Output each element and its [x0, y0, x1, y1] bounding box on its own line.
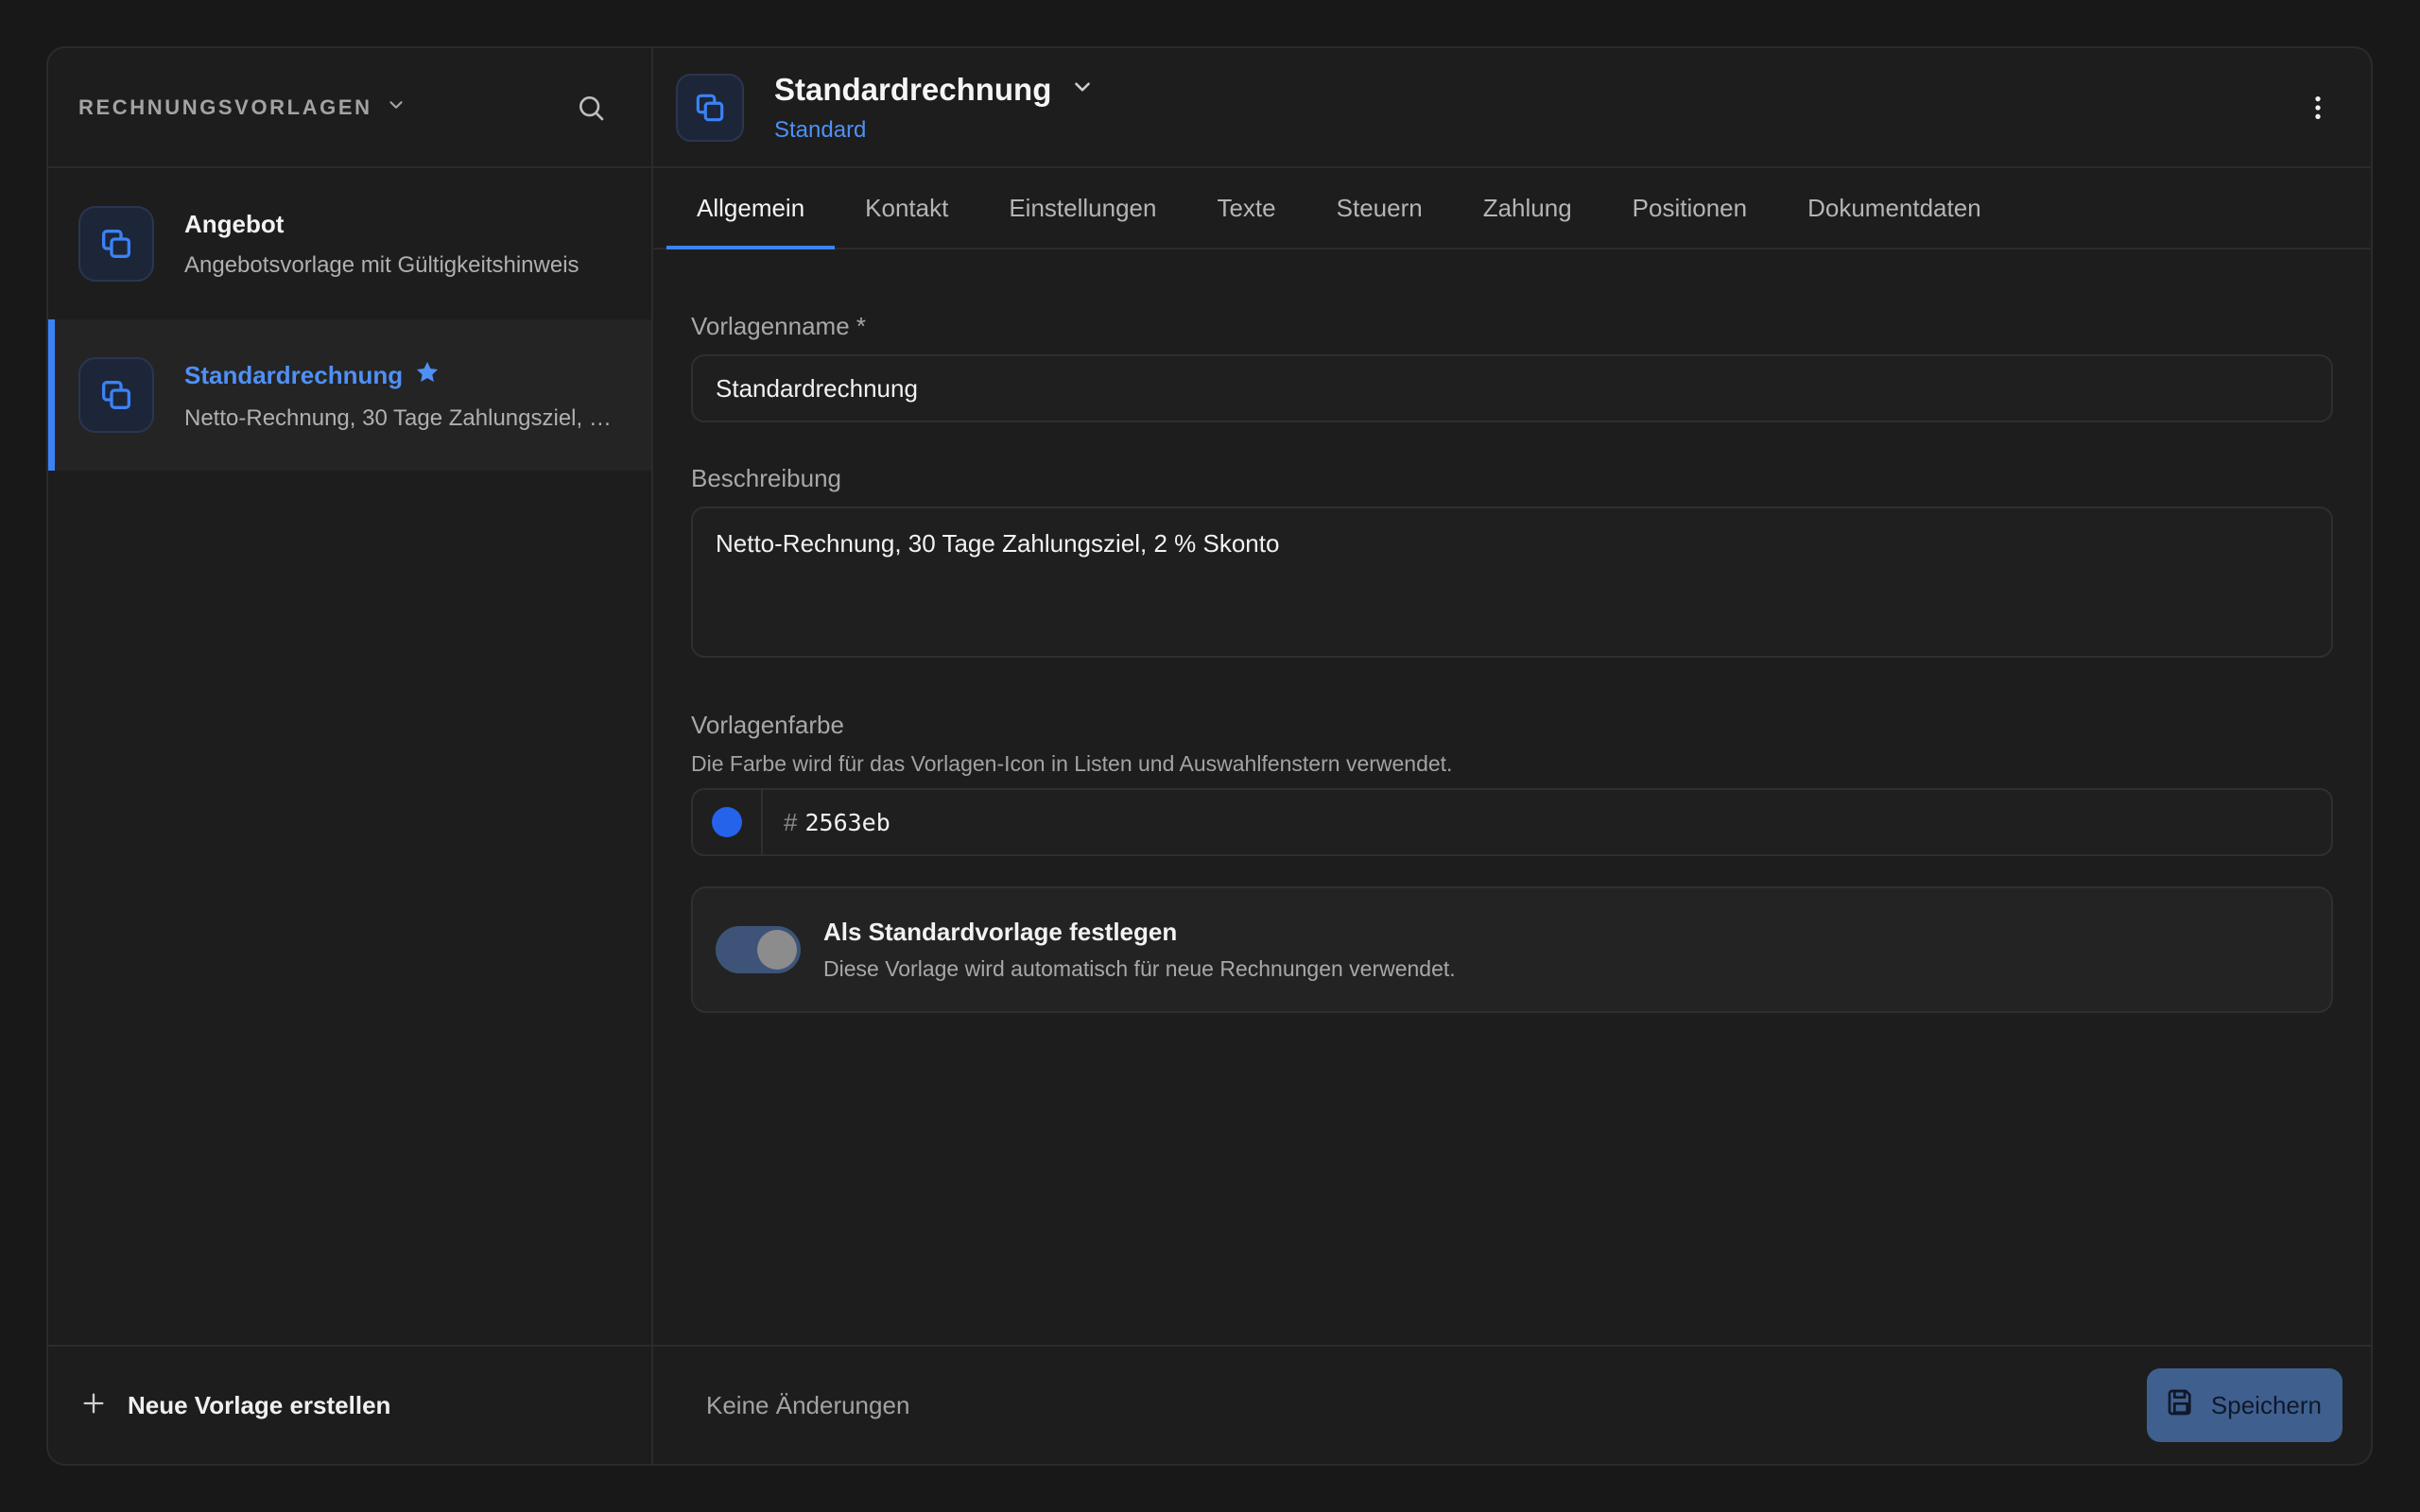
- template-name-field-label: Vorlagenname *: [691, 312, 867, 340]
- save-icon: [2166, 1387, 2196, 1424]
- tab-kontakt[interactable]: Kontakt: [835, 168, 978, 248]
- save-status: Keine Änderungen: [706, 1390, 910, 1419]
- template-list: Angebot Angebotsvorlage mit Gültigkeitsh…: [48, 168, 651, 1345]
- tab-einstellungen[interactable]: Einstellungen: [978, 168, 1186, 248]
- star-icon: [414, 359, 441, 392]
- template-category-dropdown[interactable]: RECHNUNGSVORLAGEN: [78, 94, 406, 120]
- main-header: Standardrechnung Standard: [653, 48, 2371, 168]
- chevron-down-icon: [386, 94, 406, 120]
- default-template-description: Diese Vorlage wird automatisch für neue …: [823, 956, 1456, 981]
- app-window: RECHNUNGSVORLAGEN Angebot Angebotsvorlag…: [46, 46, 2373, 1466]
- search-icon[interactable]: [576, 93, 606, 123]
- chevron-down-icon: [1070, 75, 1095, 104]
- sidebar-header: RECHNUNGSVORLAGEN: [48, 48, 651, 168]
- description-field-label: Beschreibung: [691, 464, 841, 492]
- template-name: Standardrechnung: [184, 359, 619, 392]
- sidebar: RECHNUNGSVORLAGEN Angebot Angebotsvorlag…: [48, 48, 653, 1464]
- new-template-button[interactable]: Neue Vorlage erstellen: [48, 1345, 651, 1464]
- tab-zahlung[interactable]: Zahlung: [1453, 168, 1602, 248]
- default-template-toggle[interactable]: [716, 926, 801, 973]
- tab-bar: Allgemein Kontakt Einstellungen Texte St…: [653, 168, 2371, 249]
- sidebar-title: RECHNUNGSVORLAGEN: [78, 94, 372, 119]
- main-footer: Keine Änderungen Speichern: [653, 1345, 2371, 1464]
- hash-icon: #: [784, 807, 798, 836]
- color-picker-button[interactable]: [693, 790, 763, 854]
- template-name-label: Standardrechnung: [184, 360, 404, 389]
- new-template-label: Neue Vorlage erstellen: [128, 1390, 391, 1419]
- tab-steuern[interactable]: Steuern: [1306, 168, 1453, 248]
- copy-icon: [78, 206, 154, 282]
- color-hex-input[interactable]: 2563eb: [804, 809, 890, 836]
- save-label: Speichern: [2210, 1390, 2322, 1419]
- tab-texte[interactable]: Texte: [1186, 168, 1305, 248]
- color-field-label: Vorlagenfarbe: [691, 711, 844, 739]
- template-item-standardrechnung[interactable]: Standardrechnung Netto-Rechnung, 30 Tage…: [48, 319, 651, 471]
- tab-allgemein[interactable]: Allgemein: [666, 168, 836, 249]
- template-description: Angebotsvorlage mit Gültigkeitshinweis: [184, 251, 579, 278]
- main-panel: Standardrechnung Standard Allgemein Kont…: [653, 48, 2371, 1464]
- default-template-card: Als Standardvorlage festlegen Diese Vorl…: [691, 886, 2333, 1013]
- template-item-angebot[interactable]: Angebot Angebotsvorlage mit Gültigkeitsh…: [48, 168, 651, 319]
- form-content: Vorlagenname * Standardrechnung Beschrei…: [653, 249, 2371, 1345]
- default-badge: Standard: [774, 116, 867, 143]
- plus-icon: [80, 1390, 107, 1421]
- template-name-label: Angebot: [184, 209, 285, 238]
- color-help-text: Die Farbe wird für das Vorlagen-Icon in …: [691, 751, 1453, 776]
- default-template-title: Als Standardvorlage festlegen: [823, 918, 1178, 946]
- template-switcher[interactable]: Standardrechnung: [774, 72, 2303, 108]
- toggle-knob: [757, 930, 797, 970]
- template-name-input[interactable]: Standardrechnung: [691, 354, 2333, 422]
- tab-positionen[interactable]: Positionen: [1602, 168, 1777, 248]
- copy-icon: [676, 73, 744, 142]
- template-name: Angebot: [184, 210, 619, 239]
- color-swatch: [712, 807, 742, 837]
- more-vertical-icon[interactable]: [2303, 93, 2333, 123]
- copy-icon: [78, 357, 154, 433]
- template-description: Netto-Rechnung, 30 Tage Zahlungsziel, 2 …: [184, 404, 619, 431]
- description-textarea[interactable]: Netto-Rechnung, 30 Tage Zahlungsziel, 2 …: [691, 507, 2333, 658]
- save-button[interactable]: Speichern: [2146, 1368, 2342, 1442]
- page-title: Standardrechnung: [774, 71, 1052, 107]
- tab-dokumentdaten[interactable]: Dokumentdaten: [1777, 168, 2012, 248]
- color-field: # 2563eb: [691, 788, 2333, 856]
